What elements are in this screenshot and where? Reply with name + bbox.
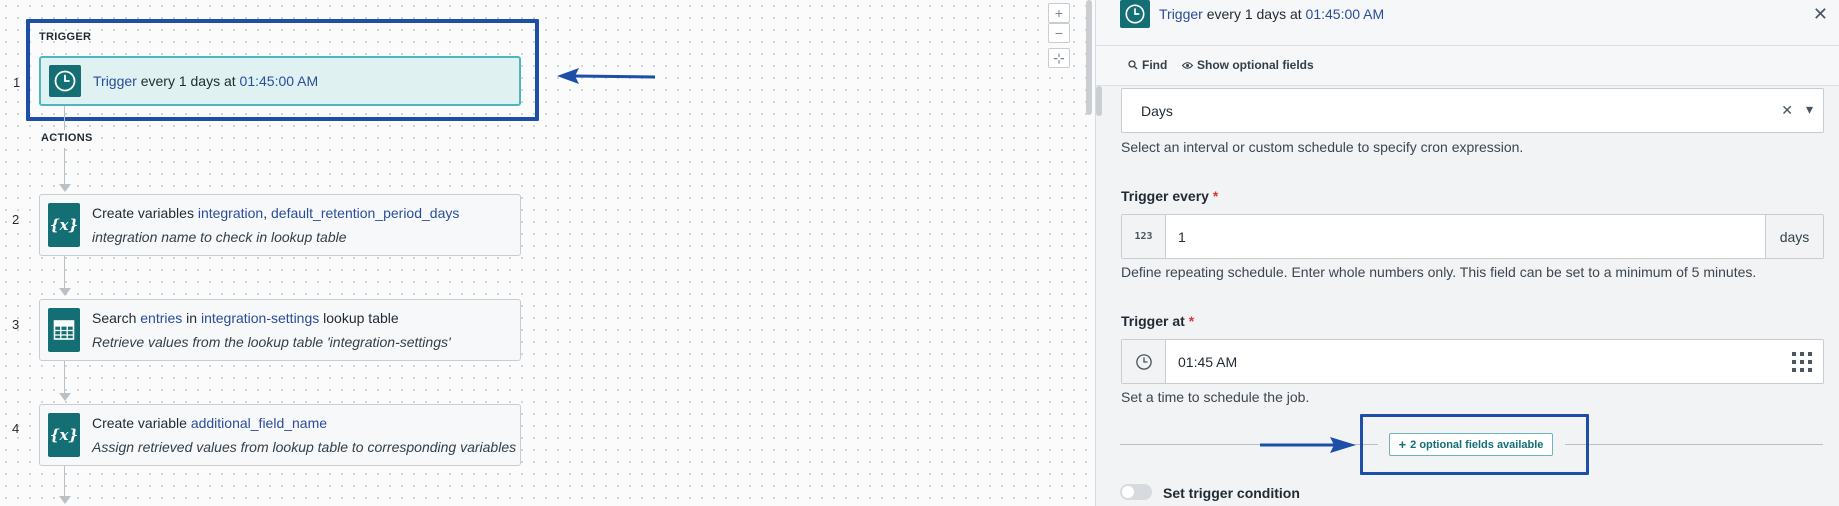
- step-card-create-variable[interactable]: {x} Create variable additional_field_nam…: [39, 404, 521, 466]
- workflow-canvas[interactable]: TRIGGER 1 Trigger every 1 days at 01:45:…: [0, 0, 1095, 506]
- panel-title: Trigger every 1 days at 01:45:00 AM: [1159, 6, 1384, 22]
- connector-arrowhead: [59, 288, 71, 296]
- zoom-in-button[interactable]: +: [1048, 3, 1070, 23]
- trigger-condition-label: Set trigger condition: [1163, 485, 1300, 501]
- connector-line: [64, 256, 65, 288]
- panel-title-text: every 1 days at: [1202, 6, 1306, 22]
- panel-title-keyword: Trigger: [1159, 6, 1203, 22]
- find-label: Find: [1142, 58, 1168, 72]
- connector-arrowhead: [59, 496, 71, 504]
- step-card-create-variables[interactable]: {x} Create variables integration, defaul…: [39, 194, 521, 256]
- step-number: 3: [12, 317, 20, 332]
- panel-scrollbar[interactable]: [1096, 86, 1102, 116]
- step-title: Search entries in integration-settings l…: [92, 310, 399, 326]
- find-button[interactable]: Find: [1128, 58, 1167, 72]
- close-icon[interactable]: ✕: [1813, 4, 1828, 25]
- clock-icon: [1120, 0, 1150, 28]
- step-title-prefix: Create variables: [92, 205, 198, 221]
- step-datapill: integration-settings: [200, 310, 320, 326]
- actions-section-label: ACTIONS: [41, 132, 93, 144]
- step-datapill: additional_field_name: [190, 415, 328, 431]
- annotation-highlight-box: [1360, 414, 1589, 475]
- connector-line: [64, 148, 65, 184]
- connector-line: [64, 361, 65, 393]
- trigger-every-value: 1: [1178, 229, 1186, 245]
- trigger-every-input[interactable]: 123 1 days: [1121, 214, 1824, 259]
- step-description: Retrieve values from the lookup table 'i…: [92, 334, 451, 350]
- step-title-suffix: lookup table: [319, 310, 399, 326]
- step-datapill: entries: [140, 310, 183, 326]
- fit-view-button[interactable]: ⊹: [1048, 48, 1070, 68]
- search-icon: [1128, 60, 1138, 70]
- eye-icon: [1182, 61, 1193, 69]
- required-mark: *: [1188, 313, 1195, 329]
- annotation-arrow: [1260, 437, 1356, 453]
- step-title-sep: in: [182, 310, 201, 326]
- step-title: Create variables integration, default_re…: [92, 205, 459, 221]
- step-title-sep: ,: [263, 205, 271, 221]
- step-number: 4: [12, 421, 20, 436]
- trigger-at-label: Trigger at *: [1121, 313, 1194, 329]
- show-optional-fields-button[interactable]: Show optional fields: [1182, 58, 1314, 72]
- connector-arrowhead: [59, 393, 71, 401]
- connector-line: [64, 106, 65, 130]
- step-number: 2: [12, 212, 20, 227]
- chevron-down-icon[interactable]: ▾: [1806, 101, 1813, 118]
- panel-title-time: 01:45:00 AM: [1305, 6, 1385, 22]
- trigger-at-hint: Set a time to schedule the job.: [1121, 389, 1310, 405]
- trigger-every-unit: days: [1765, 215, 1823, 258]
- step-description: integration name to check in lookup tabl…: [92, 229, 347, 245]
- schedule-select-value: Days: [1141, 103, 1173, 119]
- trigger-every-hint: Define repeating schedule. Enter whole n…: [1121, 264, 1757, 280]
- show-optional-label: Show optional fields: [1197, 58, 1314, 72]
- step-number: 1: [13, 75, 21, 90]
- step-datapill: integration: [197, 205, 264, 221]
- step-description: Assign retrieved values from lookup tabl…: [92, 439, 517, 455]
- trigger-every-label-text: Trigger every: [1121, 188, 1209, 204]
- step-datapill: default_retention_period_days: [271, 205, 460, 221]
- divider-line: [1565, 444, 1823, 445]
- trigger-condition-toggle[interactable]: [1120, 484, 1152, 500]
- trigger-at-label-text: Trigger at: [1121, 313, 1185, 329]
- panel-header: Trigger every 1 days at 01:45:00 AM ✕: [1096, 0, 1839, 46]
- zoom-out-button[interactable]: −: [1048, 23, 1070, 43]
- schedule-hint: Select an interval or custom schedule to…: [1121, 139, 1524, 155]
- trigger-at-input[interactable]: 01:45 AM: [1121, 339, 1824, 384]
- clear-icon[interactable]: ✕: [1781, 102, 1793, 119]
- variable-icon: {x}: [48, 203, 80, 247]
- variable-icon: {x}: [48, 413, 80, 457]
- step-card-search-lookup[interactable]: Search entries in integration-settings l…: [39, 299, 521, 361]
- trigger-at-value: 01:45 AM: [1178, 354, 1238, 370]
- annotation-highlight-box: [26, 19, 539, 121]
- canvas-scrollbar[interactable]: [1086, 0, 1092, 115]
- connector-line: [64, 466, 65, 496]
- table-icon: [48, 308, 80, 352]
- required-mark: *: [1212, 188, 1219, 204]
- step-title-prefix: Search: [92, 310, 141, 326]
- step-title: Create variable additional_field_name: [92, 415, 327, 431]
- step-title-prefix: Create variable: [92, 415, 191, 431]
- time-picker-grid-icon[interactable]: [1791, 351, 1813, 376]
- number-type-icon: 123: [1122, 215, 1166, 258]
- panel-toolbar: Find Show optional fields: [1096, 46, 1839, 86]
- trigger-every-label: Trigger every *: [1121, 188, 1218, 204]
- schedule-select[interactable]: Days ✕ ▾: [1121, 88, 1824, 133]
- clock-icon: [1122, 340, 1166, 383]
- connector-arrowhead: [59, 184, 71, 192]
- annotation-arrow: [557, 68, 656, 84]
